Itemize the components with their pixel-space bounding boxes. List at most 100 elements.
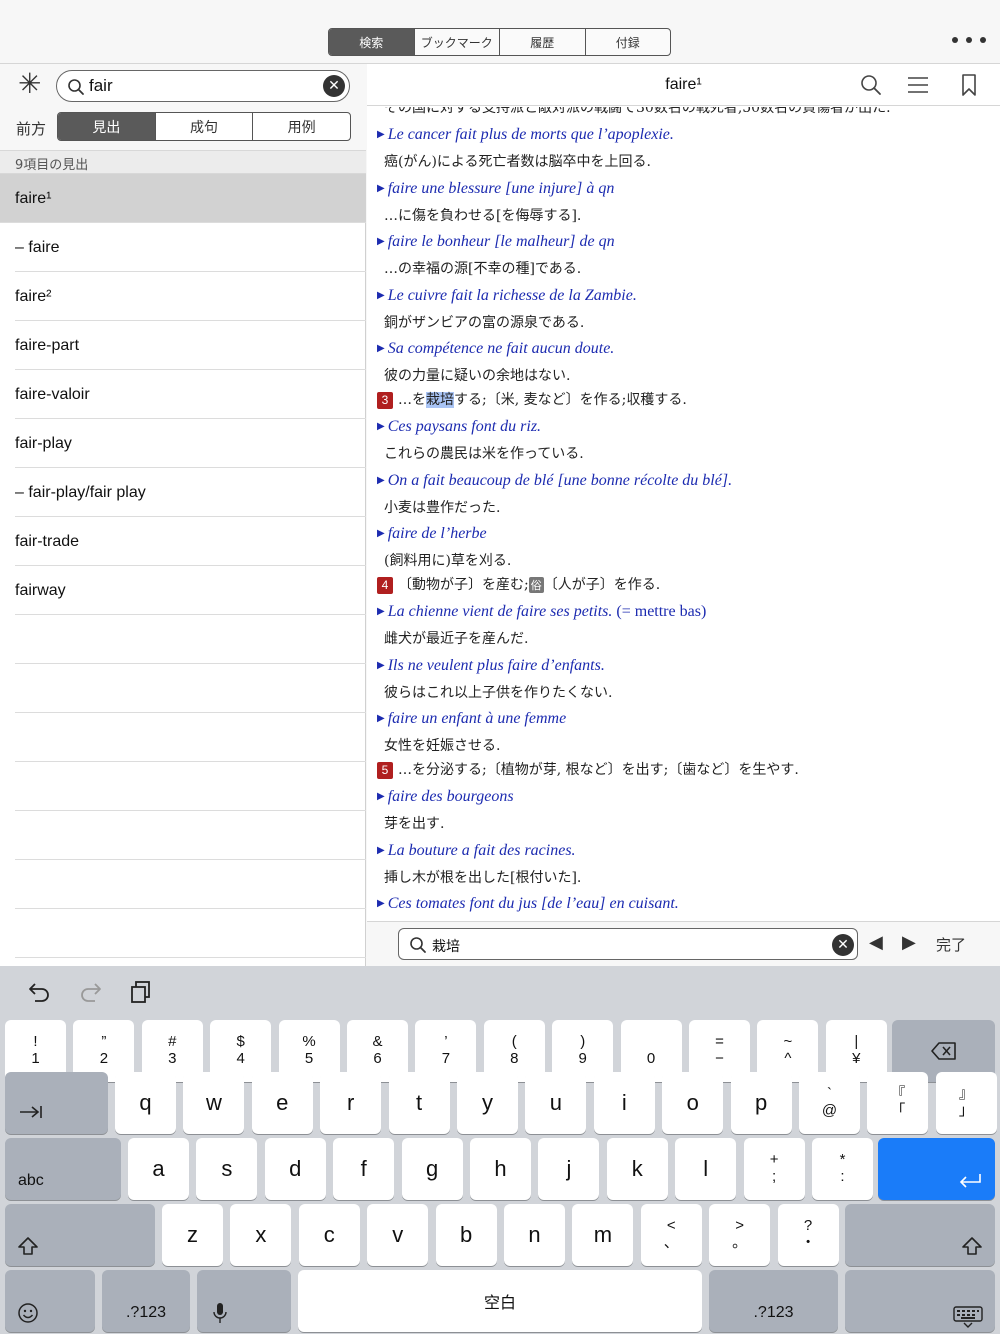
tab-key[interactable] bbox=[5, 1072, 108, 1134]
hide-keyboard-key[interactable] bbox=[845, 1270, 995, 1332]
abc-key[interactable]: abc bbox=[5, 1138, 121, 1200]
key-c[interactable]: c bbox=[298, 1204, 360, 1266]
example-french[interactable]: ▶ On a fait beaucoup de blé [une bonne ré… bbox=[377, 472, 732, 490]
key-q[interactable]: q bbox=[115, 1072, 176, 1134]
triangle-bullet-icon: ▶ bbox=[377, 343, 385, 354]
key-shift-label: > bbox=[735, 1217, 745, 1234]
example-french[interactable]: ▶ Ces paysans font du riz. bbox=[377, 418, 541, 436]
key-label: t bbox=[416, 1090, 423, 1115]
list-item[interactable]: faire-part bbox=[0, 321, 366, 370]
key-s[interactable]: s bbox=[196, 1138, 258, 1200]
key-symbol[interactable]: *: bbox=[812, 1138, 873, 1200]
space-key[interactable]: 空白 bbox=[298, 1270, 702, 1332]
undo-icon[interactable] bbox=[27, 980, 51, 1004]
key-t[interactable]: t bbox=[388, 1072, 450, 1134]
tab-appendix[interactable]: 付録 bbox=[586, 29, 671, 55]
example-french[interactable]: ▶ faire un enfant à une femme bbox=[377, 710, 566, 728]
example-french[interactable]: ▶ Ils ne veulent plus faire d’enfants. bbox=[377, 657, 605, 675]
key-symbol[interactable]: ` @ bbox=[799, 1072, 860, 1134]
redo-icon[interactable] bbox=[79, 980, 103, 1004]
list-item[interactable]: faire¹ bbox=[0, 174, 366, 223]
dictation-key[interactable] bbox=[197, 1270, 291, 1332]
bookmark-icon[interactable] bbox=[961, 74, 977, 96]
key-m[interactable]: m bbox=[572, 1204, 634, 1266]
tab-idiom[interactable]: 成句 bbox=[156, 113, 254, 140]
key-v[interactable]: v bbox=[367, 1204, 429, 1266]
tab-history[interactable]: 履歴 bbox=[500, 29, 586, 55]
key-n[interactable]: n bbox=[504, 1204, 565, 1266]
key-e[interactable]: e bbox=[251, 1072, 313, 1134]
key-shift-label: ) bbox=[580, 1033, 586, 1050]
search-icon[interactable] bbox=[860, 74, 882, 96]
numbers-key[interactable]: .?123 bbox=[102, 1270, 190, 1332]
done-button[interactable]: 完了 bbox=[936, 934, 966, 955]
find-input[interactable]: 栽培 bbox=[432, 936, 460, 956]
return-key[interactable] bbox=[878, 1138, 995, 1200]
key-d[interactable]: d bbox=[264, 1138, 326, 1200]
key-f[interactable]: f bbox=[333, 1138, 395, 1200]
key-y[interactable]: y bbox=[457, 1072, 518, 1134]
tab-example[interactable]: 用例 bbox=[253, 113, 350, 140]
example-french[interactable]: ▶ faire une blessure [une injure] à qn bbox=[377, 180, 614, 198]
example-french[interactable]: ▶ faire de l’herbe bbox=[377, 525, 487, 543]
search-icon bbox=[410, 937, 426, 953]
key-b[interactable]: b bbox=[435, 1204, 497, 1266]
key-u[interactable]: u bbox=[525, 1072, 587, 1134]
key-l[interactable]: l bbox=[675, 1138, 737, 1200]
clear-find-icon[interactable]: ✕ bbox=[832, 934, 854, 956]
match-mode-label[interactable]: 前方 bbox=[16, 118, 46, 139]
tab-headword[interactable]: 見出 bbox=[58, 113, 156, 140]
list-icon[interactable] bbox=[907, 76, 929, 94]
list-item[interactable]: faire-valoir bbox=[0, 370, 366, 419]
shift-key[interactable] bbox=[845, 1204, 995, 1266]
key-j[interactable]: j bbox=[538, 1138, 600, 1200]
key-k[interactable]: k bbox=[606, 1138, 668, 1200]
key-symbol[interactable]: +; bbox=[743, 1138, 805, 1200]
example-french[interactable]: ▶ La bouture a fait des racines. bbox=[377, 842, 576, 860]
shift-key[interactable] bbox=[5, 1204, 155, 1266]
triangle-bullet-icon: ▶ bbox=[377, 528, 385, 539]
key-z[interactable]: z bbox=[162, 1204, 223, 1266]
list-item[interactable]: fairway bbox=[0, 566, 366, 615]
example-french[interactable]: ▶ faire des bourgeons bbox=[377, 788, 514, 806]
key-g[interactable]: g bbox=[401, 1138, 463, 1200]
paste-icon[interactable] bbox=[130, 980, 152, 1004]
key-p[interactable]: p bbox=[730, 1072, 792, 1134]
key-symbol[interactable]: ? ・ bbox=[777, 1204, 839, 1266]
find-field[interactable]: 栽培 ✕ bbox=[398, 928, 858, 960]
example-french[interactable]: ▶ faire le bonheur [le malheur] de qn bbox=[377, 233, 615, 251]
list-item[interactable]: – faire bbox=[0, 223, 366, 272]
example-french[interactable]: ▶ Le cancer fait plus de morts que l’apop… bbox=[377, 126, 674, 144]
more-dots-icon[interactable] bbox=[952, 30, 986, 50]
key-o[interactable]: o bbox=[662, 1072, 724, 1134]
list-item[interactable]: fair-play bbox=[0, 419, 366, 468]
key-symbol[interactable]: 『「 bbox=[867, 1072, 929, 1134]
tab-search[interactable]: 検索 bbox=[329, 29, 415, 55]
key-w[interactable]: w bbox=[183, 1072, 245, 1134]
example-french[interactable]: ▶ Ces tomates font du jus [de l’eau] en c… bbox=[377, 895, 679, 913]
previous-match-button[interactable]: ◀ bbox=[869, 932, 883, 953]
example-french[interactable]: ▶ Sa compétence ne fait aucun doute. bbox=[377, 340, 614, 358]
key-x[interactable]: x bbox=[230, 1204, 292, 1266]
example-japanese: 雌犬が最近子を産んだ. bbox=[384, 631, 529, 647]
list-item[interactable]: faire² bbox=[0, 272, 366, 321]
key-r[interactable]: r bbox=[320, 1072, 382, 1134]
numbers-key[interactable]: .?123 bbox=[709, 1270, 838, 1332]
key-h[interactable]: h bbox=[470, 1138, 531, 1200]
clear-search-icon[interactable]: ✕ bbox=[323, 75, 345, 97]
list-item[interactable]: – fair-play/fair play bbox=[0, 468, 366, 517]
next-match-button[interactable]: ▶ bbox=[902, 932, 916, 953]
search-input[interactable]: fair bbox=[89, 76, 113, 96]
key-symbol[interactable]: <、 bbox=[640, 1204, 702, 1266]
key-a[interactable]: a bbox=[128, 1138, 189, 1200]
key-i[interactable]: i bbox=[593, 1072, 655, 1134]
example-french[interactable]: ▶ La chienne vient de faire ses petits. (… bbox=[377, 603, 706, 621]
emoji-key[interactable] bbox=[5, 1270, 95, 1332]
list-item[interactable]: fair-trade bbox=[0, 517, 366, 566]
tab-bookmark[interactable]: ブックマーク bbox=[415, 29, 500, 55]
key-symbol[interactable]: >。 bbox=[709, 1204, 771, 1266]
headword-search-field[interactable]: fair ✕ bbox=[56, 70, 350, 102]
wildcard-asterisk-icon[interactable]: ✳ bbox=[18, 70, 41, 98]
example-french[interactable]: ▶ Le cuivre fait la richesse de la Zambie… bbox=[377, 287, 637, 305]
key-symbol[interactable]: 』」 bbox=[935, 1072, 997, 1134]
